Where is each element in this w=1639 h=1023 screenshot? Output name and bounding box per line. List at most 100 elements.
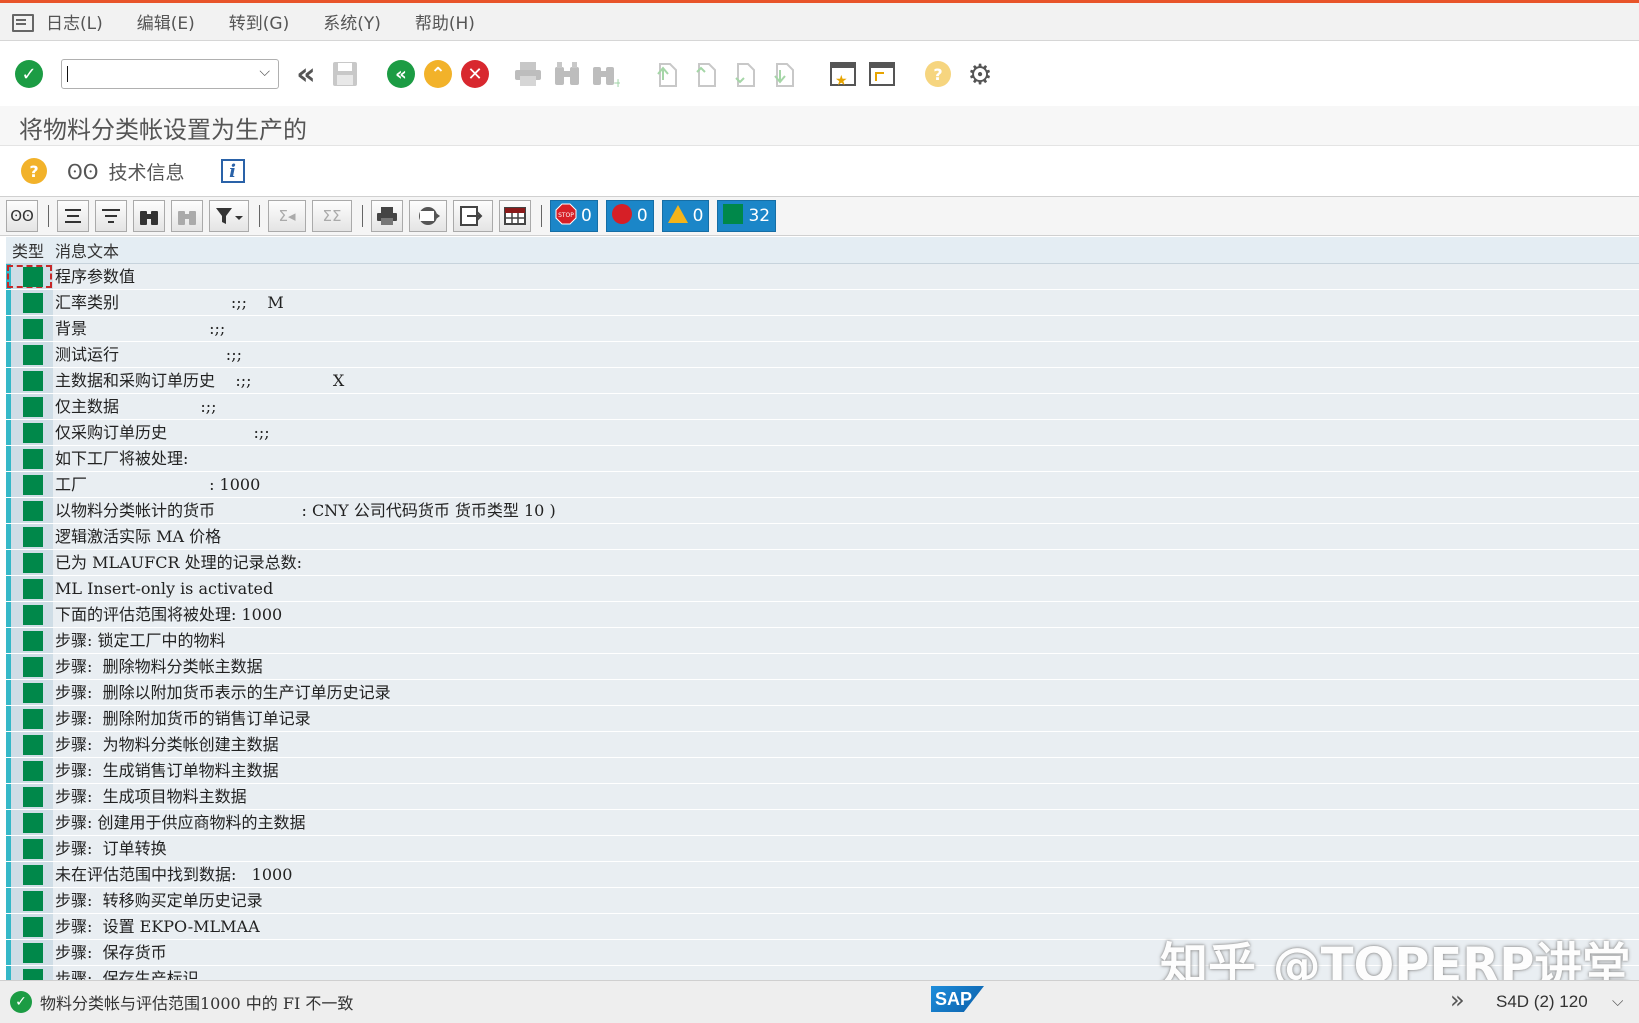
details-icon[interactable]: ʘʘ — [6, 200, 38, 232]
table-row[interactable]: 以物料分类帐计的货币 : CNY 公司代码货币 货币类型 10 ) — [6, 498, 1639, 524]
message-type-cell[interactable] — [6, 394, 53, 419]
table-row[interactable]: 主数据和采购订单历史 :;; X — [6, 368, 1639, 394]
message-type-cell[interactable] — [6, 316, 53, 341]
column-header-type[interactable]: 类型 — [6, 238, 48, 262]
message-text-cell[interactable]: 汇率类别 :;; M — [55, 290, 284, 315]
message-text-cell[interactable]: 测试运行 :;; — [55, 342, 242, 367]
message-text-cell[interactable]: 仅主数据 :;; — [55, 394, 217, 419]
table-row[interactable]: 如下工厂将被处理: — [6, 446, 1639, 472]
warning-counter[interactable]: 0 — [661, 200, 710, 232]
message-type-cell[interactable] — [6, 914, 53, 939]
table-row[interactable]: 背景 :;; — [6, 316, 1639, 342]
message-text-cell[interactable]: 工厂 : 1000 — [55, 472, 260, 497]
menu-system[interactable]: 系统(Y) — [323, 9, 381, 34]
technical-info-button[interactable]: ʘʘ 技术信息 — [67, 158, 185, 185]
find-icon[interactable] — [133, 200, 165, 232]
message-text-cell[interactable]: 以物料分类帐计的货币 : CNY 公司代码货币 货币类型 10 ) — [55, 498, 556, 523]
table-row[interactable]: 步骤: 生成销售订单物料主数据 — [6, 758, 1639, 784]
sort-ascending-icon[interactable] — [57, 200, 89, 232]
exit-icon[interactable]: ⌃ — [424, 60, 452, 88]
help-icon[interactable]: ? — [925, 61, 951, 87]
table-row[interactable]: 工厂 : 1000 — [6, 472, 1639, 498]
menu-help[interactable]: 帮助(H) — [415, 9, 475, 34]
table-row[interactable]: 步骤: 订单转换 — [6, 836, 1639, 862]
message-type-cell[interactable] — [6, 550, 53, 575]
first-page-icon[interactable] — [649, 57, 683, 91]
message-type-cell[interactable] — [6, 446, 53, 471]
cancel-icon[interactable]: ✕ — [461, 60, 489, 88]
table-row[interactable]: 汇率类别 :;; M — [6, 290, 1639, 316]
stop-counter[interactable]: STOP 0 — [550, 200, 598, 232]
success-status-icon[interactable] — [23, 293, 43, 313]
subtotal-icon[interactable]: ΣΣ — [312, 200, 352, 232]
success-counter[interactable]: 32 — [717, 200, 777, 232]
success-status-icon[interactable] — [23, 631, 43, 651]
message-text-cell[interactable]: 步骤: 转移购买定单历史记录 — [55, 888, 263, 913]
message-type-cell[interactable] — [6, 524, 53, 549]
success-status-icon[interactable] — [23, 371, 43, 391]
table-row[interactable]: 测试运行 :;; — [6, 342, 1639, 368]
table-row[interactable]: 步骤: 为物料分类帐创建主数据 — [6, 732, 1639, 758]
message-text-cell[interactable]: ML Insert-only is activated — [55, 576, 273, 601]
layout-icon[interactable] — [499, 200, 531, 232]
success-status-icon[interactable] — [23, 579, 43, 599]
table-row[interactable]: ML Insert-only is activated — [6, 576, 1639, 602]
message-text-cell[interactable]: 程序参数值 — [55, 264, 135, 289]
message-text-cell[interactable]: 如下工厂将被处理: — [55, 446, 188, 471]
find-next-icon[interactable] — [171, 200, 203, 232]
success-status-icon[interactable] — [23, 501, 43, 521]
print-icon[interactable] — [511, 57, 545, 91]
enter-icon[interactable]: ✓ — [15, 60, 43, 88]
message-text-cell[interactable]: 步骤: 生成项目物料主数据 — [55, 784, 247, 809]
chevron-down-icon[interactable]: ⌵ — [259, 64, 270, 80]
chevron-down-icon[interactable]: ⌵ — [1612, 992, 1623, 1010]
success-status-icon[interactable] — [23, 761, 43, 781]
message-text-cell[interactable]: 步骤: 删除以附加货币表示的生产订单历史记录 — [55, 680, 391, 705]
system-info[interactable]: S4D (2) 120 — [1496, 992, 1588, 1012]
command-field[interactable]: ⌵ — [61, 59, 279, 89]
total-icon[interactable]: Σ◂ — [268, 200, 306, 232]
table-row[interactable]: 未在评估范围中找到数据: 1000 — [6, 862, 1639, 888]
message-text-cell[interactable]: 步骤: 删除物料分类帐主数据 — [55, 654, 263, 679]
column-header-message-text[interactable]: 消息文本 — [48, 238, 119, 262]
message-text-cell[interactable]: 背景 :;; — [55, 316, 225, 341]
message-text-cell[interactable]: 主数据和采购订单历史 :;; X — [55, 368, 344, 393]
success-status-icon[interactable] — [23, 423, 43, 443]
message-type-cell[interactable] — [6, 888, 53, 913]
filter-icon[interactable] — [209, 200, 249, 232]
table-row[interactable]: 下面的评估范围将被处理: 1000 — [6, 602, 1639, 628]
message-type-cell[interactable] — [6, 628, 53, 653]
table-row[interactable]: 步骤: 删除附加货币的销售订单记录 — [6, 706, 1639, 732]
info-icon[interactable]: i — [220, 159, 245, 183]
success-status-icon[interactable] — [23, 449, 43, 469]
message-text-cell[interactable]: 逻辑激活实际 MA 价格 — [55, 524, 221, 549]
status-message[interactable]: 物料分类帐与评估范围1000 中的 FI 不一致 — [40, 990, 353, 1014]
next-page-icon[interactable] — [727, 57, 761, 91]
message-text-cell[interactable]: 步骤: 订单转换 — [55, 836, 167, 861]
success-status-icon[interactable] — [23, 527, 43, 547]
message-text-cell[interactable]: 步骤: 锁定工厂中的物料 — [55, 628, 225, 653]
message-text-cell[interactable]: 下面的评估范围将被处理: 1000 — [55, 602, 282, 627]
message-type-cell[interactable] — [6, 290, 53, 315]
message-type-cell[interactable] — [6, 654, 53, 679]
expand-status-icon[interactable]: » — [1450, 986, 1465, 1014]
success-status-icon[interactable] — [23, 709, 43, 729]
message-text-cell[interactable]: 步骤: 创建用于供应商物料的主数据 — [55, 810, 305, 835]
success-status-icon[interactable] — [23, 657, 43, 677]
menu-log[interactable]: 日志(L) — [46, 9, 103, 34]
success-status-icon[interactable] — [23, 735, 43, 755]
message-type-cell[interactable] — [6, 498, 53, 523]
print-icon[interactable] — [371, 200, 403, 232]
message-type-cell[interactable] — [6, 784, 53, 809]
message-text-cell[interactable]: 步骤: 设置 EKPO-MLMAA — [55, 914, 260, 939]
message-type-cell[interactable] — [6, 862, 53, 887]
message-text-cell[interactable]: 已为 MLAUFCR 处理的记录总数: — [55, 550, 302, 575]
table-row[interactable]: 仅主数据 :;; — [6, 394, 1639, 420]
table-row[interactable]: 逻辑激活实际 MA 价格 — [6, 524, 1639, 550]
message-type-cell[interactable] — [6, 810, 53, 835]
find-icon[interactable] — [550, 57, 584, 91]
system-menu-icon[interactable] — [10, 11, 34, 33]
message-type-cell[interactable] — [6, 472, 53, 497]
success-status-icon[interactable] — [23, 397, 43, 417]
message-text-cell[interactable]: 未在评估范围中找到数据: 1000 — [55, 862, 292, 887]
